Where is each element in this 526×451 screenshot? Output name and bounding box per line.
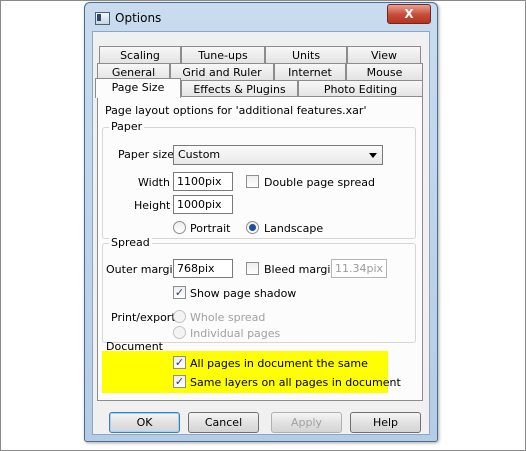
tab-grid-and-ruler[interactable]: Grid and Ruler bbox=[170, 63, 274, 80]
bleed-margin-checkbox[interactable] bbox=[246, 262, 259, 275]
dialog-title: Options bbox=[115, 11, 162, 25]
width-field[interactable]: 1100pix bbox=[173, 172, 233, 191]
double-spread-checkbox[interactable] bbox=[246, 175, 259, 188]
individual-pages-radio[interactable] bbox=[173, 326, 186, 339]
page-size-panel: Page layout options for 'additional feat… bbox=[97, 96, 423, 401]
bleed-margin-label: Bleed margin bbox=[264, 263, 338, 276]
tab-effects-plugins[interactable]: Effects & Plugins bbox=[181, 80, 298, 97]
title-bar[interactable]: Options X bbox=[85, 3, 437, 31]
ok-button[interactable]: OK bbox=[109, 412, 180, 433]
whole-spread-radio[interactable] bbox=[173, 310, 186, 323]
dialog-client-area: Scaling Tune-ups Units View General Grid… bbox=[92, 31, 430, 435]
tab-page-size[interactable]: Page Size bbox=[95, 78, 181, 98]
width-label: Width bbox=[138, 176, 170, 189]
double-spread-label: Double page spread bbox=[264, 176, 375, 189]
whole-spread-label: Whole spread bbox=[190, 311, 266, 324]
portrait-radio[interactable] bbox=[173, 221, 186, 234]
tab-photo-editing[interactable]: Photo Editing bbox=[298, 80, 423, 97]
page-layout-intro: Page layout options for 'additional feat… bbox=[105, 104, 367, 117]
landscape-label: Landscape bbox=[264, 222, 324, 235]
close-button[interactable]: X bbox=[387, 4, 431, 24]
tab-internet[interactable]: Internet bbox=[274, 63, 346, 80]
options-dialog: Options X Scaling Tune-ups Units View Ge… bbox=[84, 2, 438, 442]
tab-mouse[interactable]: Mouse bbox=[346, 63, 423, 80]
show-shadow-label: Show page shadow bbox=[190, 287, 297, 300]
paper-size-label: Paper size bbox=[118, 148, 174, 161]
tab-tune-ups[interactable]: Tune-ups bbox=[181, 46, 265, 63]
all-pages-same-checkbox[interactable]: ✓ bbox=[173, 356, 186, 369]
landscape-radio[interactable] bbox=[246, 221, 259, 234]
all-pages-same-label: All pages in document the same bbox=[190, 357, 368, 370]
options-app-icon bbox=[95, 12, 110, 25]
same-layers-checkbox[interactable]: ✓ bbox=[173, 375, 186, 388]
paper-size-select[interactable]: Custom bbox=[173, 145, 383, 165]
chevron-down-icon bbox=[369, 153, 377, 158]
tab-scaling[interactable]: Scaling bbox=[99, 46, 181, 63]
tab-view[interactable]: View bbox=[347, 46, 421, 63]
paper-size-value: Custom bbox=[178, 148, 221, 161]
cancel-button[interactable]: Cancel bbox=[188, 412, 259, 433]
apply-button[interactable]: Apply bbox=[271, 412, 342, 433]
outer-margin-field[interactable]: 768pix bbox=[173, 259, 233, 278]
height-field[interactable]: 1000pix bbox=[173, 195, 233, 214]
height-label: Height bbox=[134, 199, 171, 212]
individual-pages-label: Individual pages bbox=[190, 327, 281, 340]
print-export-label: Print/export bbox=[111, 311, 176, 324]
portrait-label: Portrait bbox=[190, 222, 231, 235]
same-layers-label: Same layers on all pages in document bbox=[190, 376, 401, 389]
show-shadow-checkbox[interactable]: ✓ bbox=[173, 286, 186, 299]
outer-margin-label: Outer margin bbox=[106, 263, 180, 276]
paper-group-label: Paper bbox=[109, 120, 145, 133]
spread-group-label: Spread bbox=[109, 236, 152, 249]
help-button[interactable]: Help bbox=[350, 412, 421, 433]
tab-units[interactable]: Units bbox=[265, 46, 347, 63]
bleed-margin-field[interactable]: 11.34pix bbox=[331, 259, 387, 278]
